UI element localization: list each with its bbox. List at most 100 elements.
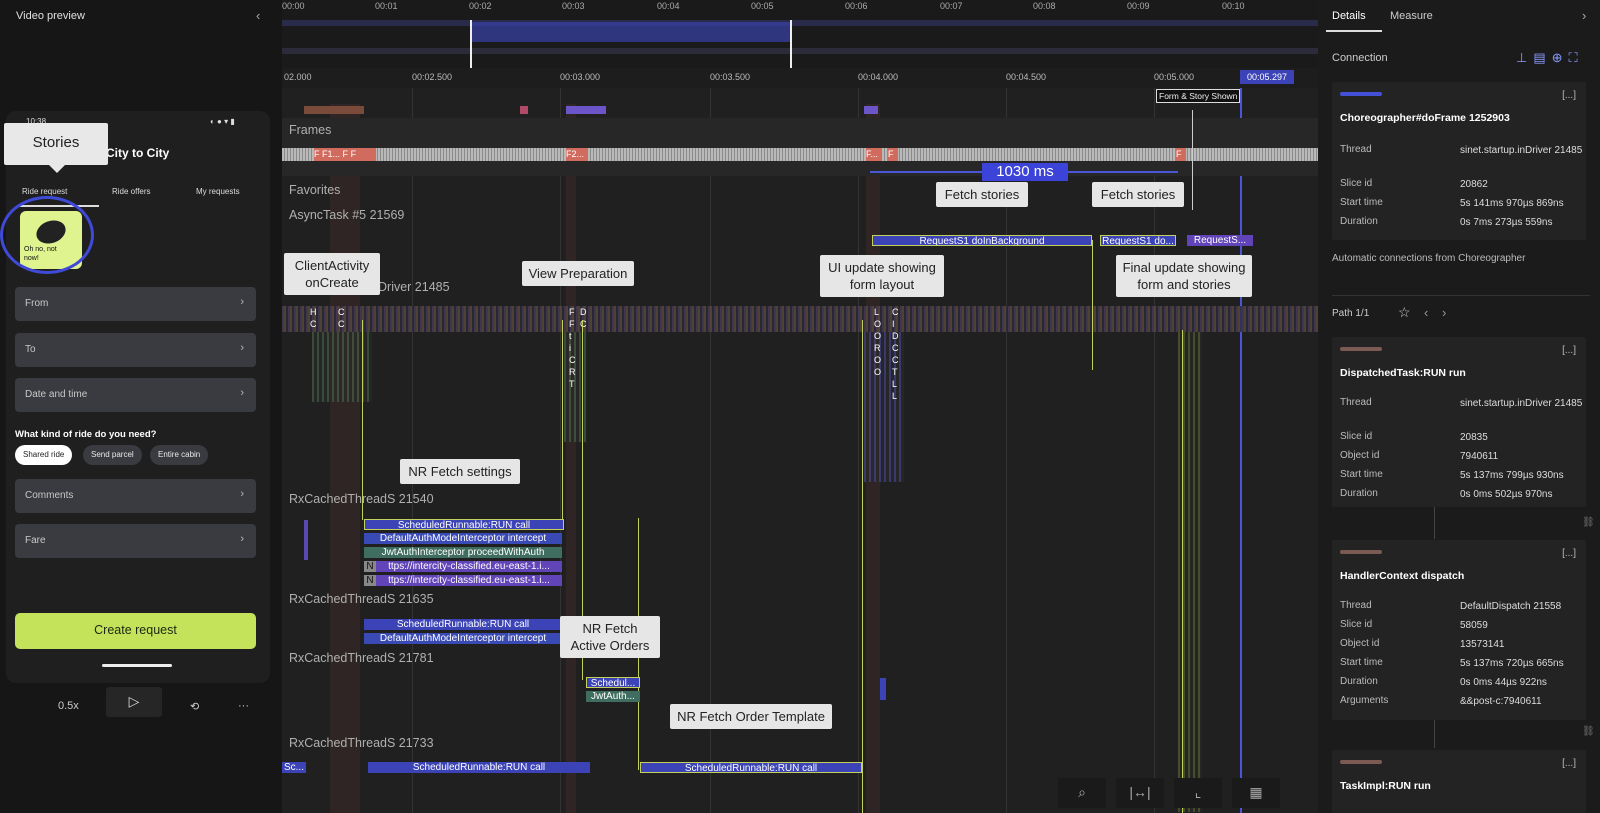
video-preview-panel: Video preview ‹ 10:38 ◐ ● ▾ ▮ City to Ci…	[0, 0, 282, 813]
time-tick: 00:04.000	[858, 72, 899, 82]
fare-field[interactable]: Fare ›	[15, 524, 256, 558]
card-more[interactable]: [...]	[1562, 345, 1576, 356]
request-slice[interactable]: RequestS...	[1187, 235, 1253, 246]
card-more[interactable]: [...]	[1562, 758, 1576, 769]
from-field[interactable]: From ›	[15, 287, 256, 321]
tab-ride-offers[interactable]: Ride offers	[112, 187, 151, 196]
thread-activity	[880, 678, 886, 700]
chevron-right-icon[interactable]: ›	[1582, 8, 1586, 23]
flag-markers[interactable]	[566, 106, 606, 114]
jwt-interceptor-slice[interactable]: JwtAuthInterceptor proceedWithAuth	[364, 547, 562, 558]
crop-icon[interactable]: ⌞	[1174, 778, 1222, 808]
selection-handle-right[interactable]	[790, 20, 792, 70]
request-slice[interactable]: RequestS1 doInBackground	[872, 235, 1092, 246]
tab-ride-request[interactable]: Ride request	[22, 187, 67, 196]
highlight-column	[566, 104, 576, 813]
https-slice[interactable]: ttps://intercity-classified.eu-east-1.i.…	[376, 575, 562, 586]
slice-letters: CC	[338, 307, 345, 329]
divider	[1332, 295, 1590, 296]
card-more[interactable]: [...]	[1562, 548, 1576, 559]
create-request-button[interactable]: Create request	[15, 613, 256, 649]
overview-tick: 00:06	[845, 1, 868, 11]
auth-interceptor-slice[interactable]: DefaultAuthModeInterceptor intercept	[364, 633, 562, 644]
auth-interceptor-slice[interactable]: DefaultAuthModeInterceptor intercept	[364, 533, 562, 544]
comments-field[interactable]: Comments ›	[15, 479, 256, 513]
flag-markers[interactable]	[304, 106, 364, 114]
row-value: sinet.startup.inDriver 21485	[1460, 145, 1583, 156]
trace-timeline: 00:00 00:01 00:02 00:03 00:04 00:05 00:0…	[282, 0, 1318, 813]
tab-details[interactable]: Details	[1332, 10, 1366, 22]
callout-fetch-stories: Fetch stories	[1092, 182, 1184, 207]
overview-density	[282, 20, 1318, 26]
date-time-field[interactable]: Date and time ›	[15, 378, 256, 412]
view-icon[interactable]: ▦	[1232, 778, 1280, 808]
main-thread-activity[interactable]	[282, 306, 1318, 332]
link-icon[interactable]: ⛓	[1582, 517, 1595, 528]
callout-view-preparation: View Preparation	[522, 261, 634, 286]
n-slice[interactable]: N	[364, 561, 376, 572]
flag-marker[interactable]	[520, 106, 528, 114]
row-value: 0s 7ms 273µs 559ns	[1460, 217, 1553, 228]
home-indicator	[102, 664, 172, 667]
row-value: 5s 137ms 799µs 930ns	[1460, 470, 1564, 481]
path-card[interactable]: [...] DispatchedTask:RUN run Thread sinet…	[1332, 337, 1586, 507]
scheduled-runnable-slice[interactable]: ScheduledRunnable:RUN call	[640, 762, 862, 773]
rx-thread-label: RxCachedThreadS 21540	[289, 492, 434, 506]
chip-shared-ride[interactable]: Shared ride	[15, 445, 73, 465]
flag-marker[interactable]	[864, 106, 878, 114]
async-track-label: AsyncTask #5 21569	[289, 208, 405, 222]
chevron-right-icon: ›	[240, 296, 244, 308]
tab-my-requests[interactable]: My requests	[196, 187, 240, 196]
card-more[interactable]: [...]	[1562, 90, 1576, 101]
connection-card[interactable]: [...] Choreographer#doFrame 1252903 Thre…	[1332, 82, 1586, 240]
scheduled-runnable-slice[interactable]: ScheduledRunnable:RUN call	[364, 519, 564, 530]
connection-tools-icon[interactable]: ⊥▤⊕⛶	[1516, 50, 1584, 66]
overview-ruler[interactable]	[282, 0, 1318, 68]
comments-label: Comments	[25, 490, 74, 501]
janky-frame[interactable]: F	[1176, 148, 1186, 161]
janky-frames[interactable]: F F1... F F	[314, 148, 376, 161]
scheduled-runnable-slice[interactable]: ScheduledRunnable:RUN call	[364, 619, 562, 630]
fit-range-icon[interactable]: |↔|	[1116, 778, 1164, 808]
selection-handle-left[interactable]	[470, 20, 472, 70]
card-color-bar	[1340, 347, 1382, 351]
path-card[interactable]: [...] TaskImpl:RUN run	[1332, 750, 1586, 813]
to-field[interactable]: To ›	[15, 333, 256, 367]
janky-frame[interactable]: F2...	[566, 148, 588, 161]
https-slice[interactable]: ttps://intercity-classified.eu-east-1.i.…	[376, 561, 562, 572]
search-icon[interactable]: ⌕	[1058, 778, 1106, 808]
loop-icon[interactable]: ⟲	[190, 700, 199, 713]
jwt-interceptor-slice[interactable]: JwtAuth...	[586, 691, 640, 702]
overview-tick: 00:07	[940, 1, 963, 11]
row-key: Start time	[1340, 657, 1383, 668]
play-icon[interactable]: ▷	[106, 687, 162, 717]
chevron-right-icon[interactable]: ›	[1442, 305, 1446, 320]
star-icon[interactable]: ☆	[1398, 304, 1411, 321]
frames-strip[interactable]	[282, 148, 1318, 161]
tab-measure[interactable]: Measure	[1390, 10, 1433, 22]
scheduled-runnable-slice[interactable]: Schedul...	[586, 677, 640, 688]
row-key: Duration	[1340, 488, 1378, 499]
chevron-left-icon[interactable]: ‹	[1424, 305, 1428, 320]
scheduled-runnable-slice[interactable]: Sc...	[282, 762, 306, 773]
card-color-bar	[1340, 760, 1382, 764]
n-slice[interactable]: N	[364, 575, 376, 586]
overview-tick: 00:08	[1033, 1, 1056, 11]
chip-send-parcel[interactable]: Send parcel	[83, 445, 142, 465]
janky-frame[interactable]: F...	[866, 148, 882, 161]
scheduled-runnable-slice[interactable]: ScheduledRunnable:RUN call	[368, 762, 590, 773]
chevron-left-icon[interactable]: ‹	[256, 8, 260, 23]
to-label: To	[25, 344, 36, 355]
playback-speed[interactable]: 0.5x	[58, 700, 79, 712]
marker-label: Form & Story Shown	[1156, 89, 1241, 103]
path-card[interactable]: [...] HandlerContext dispatch Thread Defa…	[1332, 540, 1586, 720]
time-tick: 00:03.000	[560, 72, 601, 82]
link-icon[interactable]: ⛓	[1582, 726, 1595, 737]
main-thread-slices[interactable]	[312, 332, 372, 402]
more-icon[interactable]: ···	[238, 700, 249, 712]
chip-entire-cabin[interactable]: Entire cabin	[150, 445, 209, 465]
overview-tick: 00:01	[375, 1, 398, 11]
janky-frame[interactable]: F	[888, 148, 898, 161]
row-value: 5s 137ms 720µs 665ns	[1460, 658, 1564, 669]
request-slice[interactable]: RequestS1 do...	[1100, 235, 1176, 246]
